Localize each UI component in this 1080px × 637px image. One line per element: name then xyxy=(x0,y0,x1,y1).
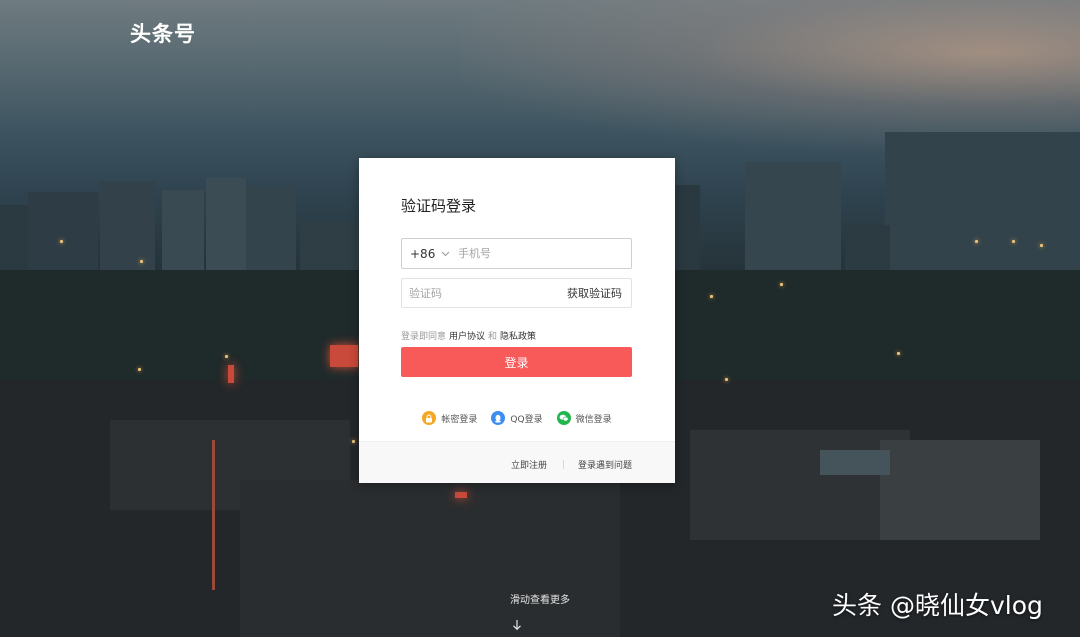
login-button[interactable]: 登录 xyxy=(401,347,632,377)
red-light xyxy=(228,365,234,383)
wechat-login-option[interactable]: 微信登录 xyxy=(556,411,612,425)
window-light xyxy=(897,352,900,355)
login-trouble-link[interactable]: 登录遇到问题 xyxy=(578,458,632,471)
window-light xyxy=(225,355,228,358)
phone-field: +86 xyxy=(401,238,632,269)
rooftop xyxy=(880,440,1040,540)
footer-divider xyxy=(563,460,564,469)
agree-prefix: 登录即同意 xyxy=(401,332,447,342)
user-agreement-link[interactable]: 用户协议 xyxy=(449,332,485,342)
window-light xyxy=(1040,244,1043,247)
code-field: 获取验证码 xyxy=(401,278,632,308)
agreement-text: 登录即同意 用户协议和隐私政策 xyxy=(401,329,539,342)
window-light xyxy=(780,283,783,286)
code-input[interactable] xyxy=(402,286,542,300)
sky-glow xyxy=(460,0,1080,150)
building xyxy=(745,162,841,282)
window-light xyxy=(975,240,978,243)
card-footer: 立即注册 登录遇到问题 xyxy=(359,441,675,483)
watermark: 头条 @晓仙女vlog xyxy=(832,591,1043,620)
arrow-down-icon[interactable] xyxy=(510,617,524,631)
rooftop xyxy=(240,480,620,637)
login-card: 验证码登录 +86 获取验证码 登录即同意用户协议和隐私政策 登录 帐密登录 Q… xyxy=(359,158,675,483)
pole xyxy=(212,440,215,590)
country-code-select[interactable]: +86 xyxy=(402,247,438,261)
alt-login-options: 帐密登录 QQ登录 微信登录 xyxy=(359,411,675,425)
get-code-button[interactable]: 获取验证码 xyxy=(567,285,631,301)
qq-login-option[interactable]: QQ登录 xyxy=(491,411,543,425)
qq-icon xyxy=(491,411,506,425)
lock-icon xyxy=(422,411,437,425)
window-light xyxy=(710,295,713,298)
window-light xyxy=(725,378,728,381)
password-login-label: 帐密登录 xyxy=(441,414,478,425)
site-logo[interactable]: 头条号 xyxy=(130,18,196,48)
window-light xyxy=(60,240,63,243)
wechat-login-label: 微信登录 xyxy=(575,414,612,425)
agree-and: 和 xyxy=(488,332,498,342)
window-light xyxy=(1012,240,1015,243)
red-light xyxy=(455,492,467,498)
building xyxy=(885,132,1080,272)
wechat-icon xyxy=(556,411,571,425)
red-light xyxy=(330,345,358,367)
phone-input[interactable] xyxy=(458,247,618,260)
window-light xyxy=(138,368,141,371)
privacy-policy-link[interactable]: 隐私政策 xyxy=(500,332,536,342)
window-light xyxy=(140,260,143,263)
password-login-option[interactable]: 帐密登录 xyxy=(422,411,477,425)
qq-login-label: QQ登录 xyxy=(510,414,543,425)
chevron-down-icon[interactable] xyxy=(438,247,452,261)
login-title: 验证码登录 xyxy=(401,197,477,215)
rooftop xyxy=(690,430,910,540)
rooftop xyxy=(820,450,890,475)
window-light xyxy=(352,440,355,443)
register-link[interactable]: 立即注册 xyxy=(511,458,547,471)
building xyxy=(206,178,246,285)
